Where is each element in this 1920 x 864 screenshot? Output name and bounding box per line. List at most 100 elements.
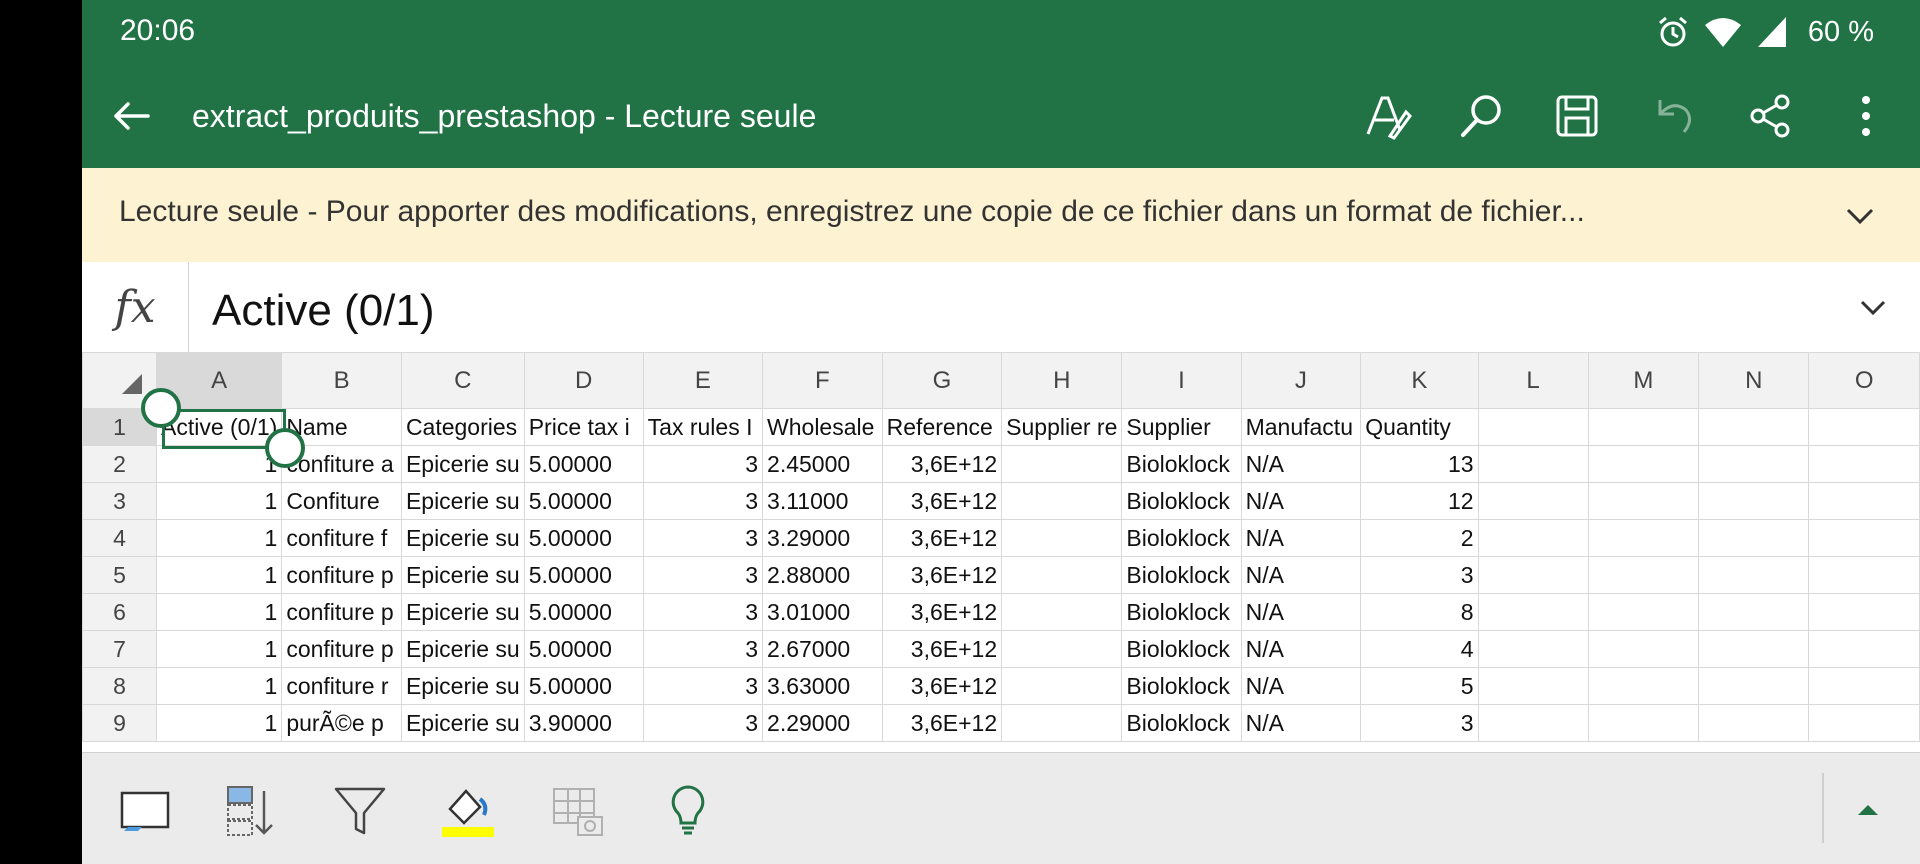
cell-n3[interactable] [1698, 482, 1810, 520]
cell-l7[interactable] [1477, 630, 1589, 668]
spreadsheet-grid[interactable]: ABCDEFGHIJKLMNO 1 Active (0/1) Name Categor… [82, 352, 1920, 752]
cell-m9[interactable] [1587, 704, 1700, 742]
cell-m6[interactable] [1587, 593, 1700, 631]
back-button[interactable] [108, 92, 156, 140]
column-header-h[interactable]: H [1001, 352, 1123, 409]
cell-b6[interactable]: confiture p [281, 593, 402, 631]
cell-m4[interactable] [1587, 519, 1700, 557]
cell-b7[interactable]: confiture p [281, 630, 402, 668]
cell-d9[interactable]: 3.90000 [523, 704, 644, 742]
cell-n7[interactable] [1698, 630, 1810, 668]
cell-i6[interactable]: Bioloklock [1121, 593, 1242, 631]
cell-d1[interactable]: Price tax i [523, 408, 644, 446]
cell-l9[interactable] [1477, 704, 1589, 742]
selection-handle-start[interactable] [141, 388, 181, 428]
cell-f9[interactable]: 2.29000 [762, 704, 883, 742]
save-button[interactable] [1551, 90, 1603, 142]
cell-o3[interactable] [1808, 482, 1920, 520]
column-header-g[interactable]: G [881, 352, 1003, 409]
cell-o7[interactable] [1808, 630, 1920, 668]
cell-c8[interactable]: Epicerie su [400, 667, 525, 705]
cell-d4[interactable]: 5.00000 [523, 519, 644, 557]
cell-m7[interactable] [1587, 630, 1700, 668]
cell-e2[interactable]: 3 [642, 445, 764, 483]
cell-o8[interactable] [1808, 667, 1920, 705]
cell-g4[interactable]: 3,6E+12 [881, 519, 1003, 557]
cell-f3[interactable]: 3.11000 [762, 482, 883, 520]
cell-l8[interactable] [1477, 667, 1589, 705]
cell-h6[interactable] [1001, 593, 1123, 631]
cell-d6[interactable]: 5.00000 [523, 593, 644, 631]
selection-handle-end[interactable] [265, 428, 305, 468]
cell-k5[interactable]: 3 [1360, 556, 1479, 594]
cell-d3[interactable]: 5.00000 [523, 482, 644, 520]
cell-a3[interactable]: 1 [155, 482, 283, 520]
cell-n2[interactable] [1698, 445, 1810, 483]
cell-h7[interactable] [1001, 630, 1123, 668]
cell-n6[interactable] [1698, 593, 1810, 631]
cell-f5[interactable]: 2.88000 [762, 556, 883, 594]
cell-h9[interactable] [1001, 704, 1123, 742]
cell-j2[interactable]: N/A [1240, 445, 1362, 483]
cell-j6[interactable]: N/A [1240, 593, 1362, 631]
draw-button[interactable] [1360, 90, 1412, 142]
cell-f1[interactable]: Wholesale [762, 408, 883, 446]
cell-a7[interactable]: 1 [155, 630, 283, 668]
cell-e8[interactable]: 3 [642, 667, 764, 705]
cell-c2[interactable]: Epicerie su [400, 445, 525, 483]
chevron-down-icon[interactable] [1856, 290, 1890, 324]
cell-n9[interactable] [1698, 704, 1810, 742]
row-header[interactable]: 7 [82, 630, 157, 668]
column-header-l[interactable]: L [1477, 352, 1589, 409]
column-header-o[interactable]: O [1808, 352, 1920, 409]
cell-n1[interactable] [1698, 408, 1810, 446]
sort-button[interactable] [222, 783, 278, 839]
cell-l2[interactable] [1477, 445, 1589, 483]
cell-i2[interactable]: Bioloklock [1121, 445, 1242, 483]
cell-j1[interactable]: Manufactu [1240, 408, 1362, 446]
cell-i5[interactable]: Bioloklock [1121, 556, 1242, 594]
cell-e5[interactable]: 3 [642, 556, 764, 594]
read-only-banner[interactable]: Lecture seule - Pour apporter des modifi… [82, 168, 1920, 262]
cell-l3[interactable] [1477, 482, 1589, 520]
freeze-panes-button[interactable] [118, 783, 174, 839]
cell-a8[interactable]: 1 [155, 667, 283, 705]
cell-g6[interactable]: 3,6E+12 [881, 593, 1003, 631]
cell-i4[interactable]: Bioloklock [1121, 519, 1242, 557]
cell-n4[interactable] [1698, 519, 1810, 557]
cell-g3[interactable]: 3,6E+12 [881, 482, 1003, 520]
column-header-e[interactable]: E [642, 352, 764, 409]
row-header[interactable]: 4 [82, 519, 157, 557]
cell-o6[interactable] [1808, 593, 1920, 631]
cell-k7[interactable]: 4 [1360, 630, 1479, 668]
cell-m2[interactable] [1587, 445, 1700, 483]
cell-i7[interactable]: Bioloklock [1121, 630, 1242, 668]
search-button[interactable] [1456, 90, 1508, 142]
cell-a4[interactable]: 1 [155, 519, 283, 557]
column-header-f[interactable]: F [762, 352, 883, 409]
cell-n8[interactable] [1698, 667, 1810, 705]
cell-d2[interactable]: 5.00000 [523, 445, 644, 483]
cell-e6[interactable]: 3 [642, 593, 764, 631]
ideas-button[interactable] [660, 783, 716, 839]
insert-picture-button[interactable] [550, 783, 606, 839]
cell-f7[interactable]: 2.67000 [762, 630, 883, 668]
cell-b5[interactable]: confiture p [281, 556, 402, 594]
cell-d7[interactable]: 5.00000 [523, 630, 644, 668]
cell-f2[interactable]: 2.45000 [762, 445, 883, 483]
cell-b8[interactable]: confiture r [281, 667, 402, 705]
cell-j7[interactable]: N/A [1240, 630, 1362, 668]
cell-b3[interactable]: Confiture [281, 482, 402, 520]
column-header-m[interactable]: M [1587, 352, 1700, 409]
cell-j3[interactable]: N/A [1240, 482, 1362, 520]
cell-h5[interactable] [1001, 556, 1123, 594]
cell-c5[interactable]: Epicerie su [400, 556, 525, 594]
cell-d5[interactable]: 5.00000 [523, 556, 644, 594]
cell-g8[interactable]: 3,6E+12 [881, 667, 1003, 705]
share-button[interactable] [1744, 90, 1796, 142]
cell-g2[interactable]: 3,6E+12 [881, 445, 1003, 483]
cell-i8[interactable]: Bioloklock [1121, 667, 1242, 705]
cell-n5[interactable] [1698, 556, 1810, 594]
cell-c6[interactable]: Epicerie su [400, 593, 525, 631]
cell-h2[interactable] [1001, 445, 1123, 483]
